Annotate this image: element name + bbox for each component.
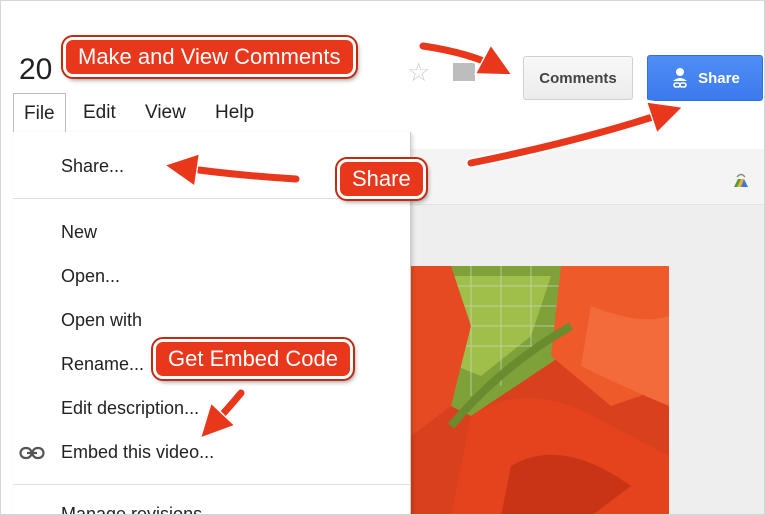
menu-item-edit-description[interactable]: Edit description... [61,398,199,419]
menu-divider [13,484,411,485]
document-title[interactable]: 20 [19,53,52,87]
share-person-icon [673,68,688,88]
menu-file[interactable]: File [13,93,66,133]
menu-item-manage-revisions[interactable]: Manage revisions [61,504,202,514]
menu-item-rename[interactable]: Rename... [61,354,144,375]
preview-toolbar [411,149,764,205]
video-thumbnail[interactable] [411,266,669,515]
folder-icon[interactable] [453,63,475,81]
callout-comments: Make and View Comments [63,37,356,77]
comments-button[interactable]: Comments [523,56,633,100]
drive-icon[interactable] [731,171,751,189]
link-icon [19,446,45,460]
share-button[interactable]: Share [647,55,763,101]
menu-item-open[interactable]: Open... [61,266,120,287]
callout-embed: Get Embed Code [153,339,353,379]
menu-help[interactable]: Help [205,93,264,133]
menu-item-embed-video[interactable]: Embed this video... [61,442,214,463]
menu-item-new[interactable]: New [61,222,97,243]
star-icon[interactable]: ☆ [407,57,430,88]
comments-button-label: Comments [539,69,617,87]
menu-item-share[interactable]: Share... [61,156,124,177]
menu-bar: File Edit View Help [13,93,411,133]
app-window: 20 ☆ Comments Share File Edit View Help … [0,0,765,515]
share-button-label: Share [698,69,740,87]
menu-edit[interactable]: Edit [73,93,126,133]
menu-view[interactable]: View [135,93,196,133]
callout-share: Share [337,159,426,199]
menu-item-open-with[interactable]: Open with [61,310,142,331]
